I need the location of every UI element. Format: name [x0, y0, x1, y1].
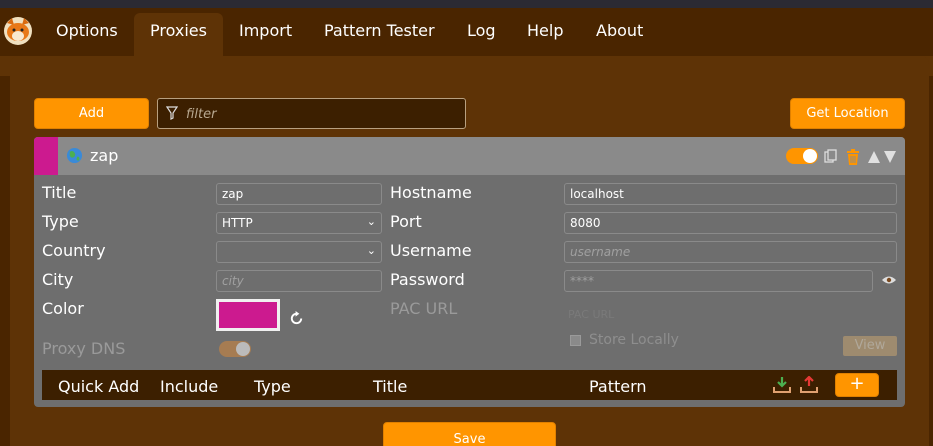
store-locally-label: Store Locally: [589, 332, 679, 348]
funnel-icon: [166, 106, 178, 120]
type-select-value: HTTP: [222, 216, 253, 230]
add-pattern-button[interactable]: +: [835, 373, 879, 397]
move-down-icon[interactable]: [884, 151, 896, 163]
store-locally-checkbox[interactable]: [570, 335, 581, 346]
tab-about[interactable]: About: [580, 13, 659, 56]
title-input[interactable]: zap: [216, 183, 382, 205]
proxy-enabled-toggle[interactable]: [786, 148, 818, 164]
col-type: Type: [254, 377, 291, 396]
country-select[interactable]: ⌄: [216, 241, 382, 263]
city-input[interactable]: city: [216, 270, 382, 292]
foxyproxy-logo-icon: [4, 17, 32, 45]
tab-pattern-tester[interactable]: Pattern Tester: [308, 13, 451, 56]
pac-url-label: PAC URL: [390, 299, 458, 318]
hostname-label: Hostname: [390, 183, 472, 202]
pac-url-input[interactable]: PAC URL: [568, 308, 614, 321]
duplicate-icon[interactable]: [824, 149, 837, 164]
chevron-down-icon: ⌄: [366, 244, 376, 257]
filter-input[interactable]: [186, 103, 456, 125]
export-patterns-icon[interactable]: [800, 376, 818, 394]
browser-top-strip: [0, 0, 933, 8]
proxy-dns-toggle[interactable]: [219, 341, 251, 357]
tab-options[interactable]: Options: [40, 13, 134, 56]
eye-icon[interactable]: [882, 275, 896, 285]
tab-log[interactable]: Log: [451, 13, 512, 56]
filter-box: [157, 98, 466, 129]
type-select[interactable]: HTTP ⌄: [216, 212, 382, 234]
save-button[interactable]: Save: [383, 422, 556, 446]
proxy-dns-label: Proxy DNS: [42, 339, 126, 358]
proxy-color-strip: [34, 137, 58, 175]
pattern-header: Quick Add Include Type Title Pattern +: [42, 370, 897, 400]
get-location-button[interactable]: Get Location: [790, 98, 905, 129]
proxy-title: zap: [90, 146, 119, 165]
port-input[interactable]: 8080: [564, 212, 897, 234]
delete-icon[interactable]: [846, 149, 860, 165]
proxy-card-header[interactable]: zap: [34, 137, 905, 175]
title-label: Title: [42, 183, 77, 202]
color-label: Color: [42, 299, 84, 318]
add-button[interactable]: Add: [34, 98, 149, 129]
col-title: Title: [373, 377, 408, 396]
chevron-down-icon: ⌄: [366, 215, 376, 228]
city-label: City: [42, 270, 74, 289]
refresh-icon[interactable]: [288, 310, 305, 327]
port-label: Port: [390, 212, 422, 231]
col-pattern: Pattern: [589, 377, 647, 396]
tab-import[interactable]: Import: [223, 13, 308, 56]
hostname-input[interactable]: localhost: [564, 183, 897, 205]
tab-proxies[interactable]: Proxies: [134, 13, 223, 56]
col-include: Include: [160, 377, 219, 396]
type-label: Type: [42, 212, 79, 231]
col-quick-add: Quick Add: [58, 377, 140, 396]
country-label: Country: [42, 241, 106, 260]
globe-icon: [66, 147, 83, 164]
tab-help[interactable]: Help: [511, 13, 579, 56]
color-swatch[interactable]: [216, 299, 280, 331]
username-label: Username: [390, 241, 472, 260]
import-patterns-icon[interactable]: [773, 376, 791, 394]
move-up-icon[interactable]: [868, 151, 880, 163]
password-label: Password: [390, 270, 465, 289]
view-button[interactable]: View: [843, 336, 897, 356]
username-input[interactable]: username: [564, 241, 897, 263]
password-input[interactable]: ****: [564, 270, 873, 292]
